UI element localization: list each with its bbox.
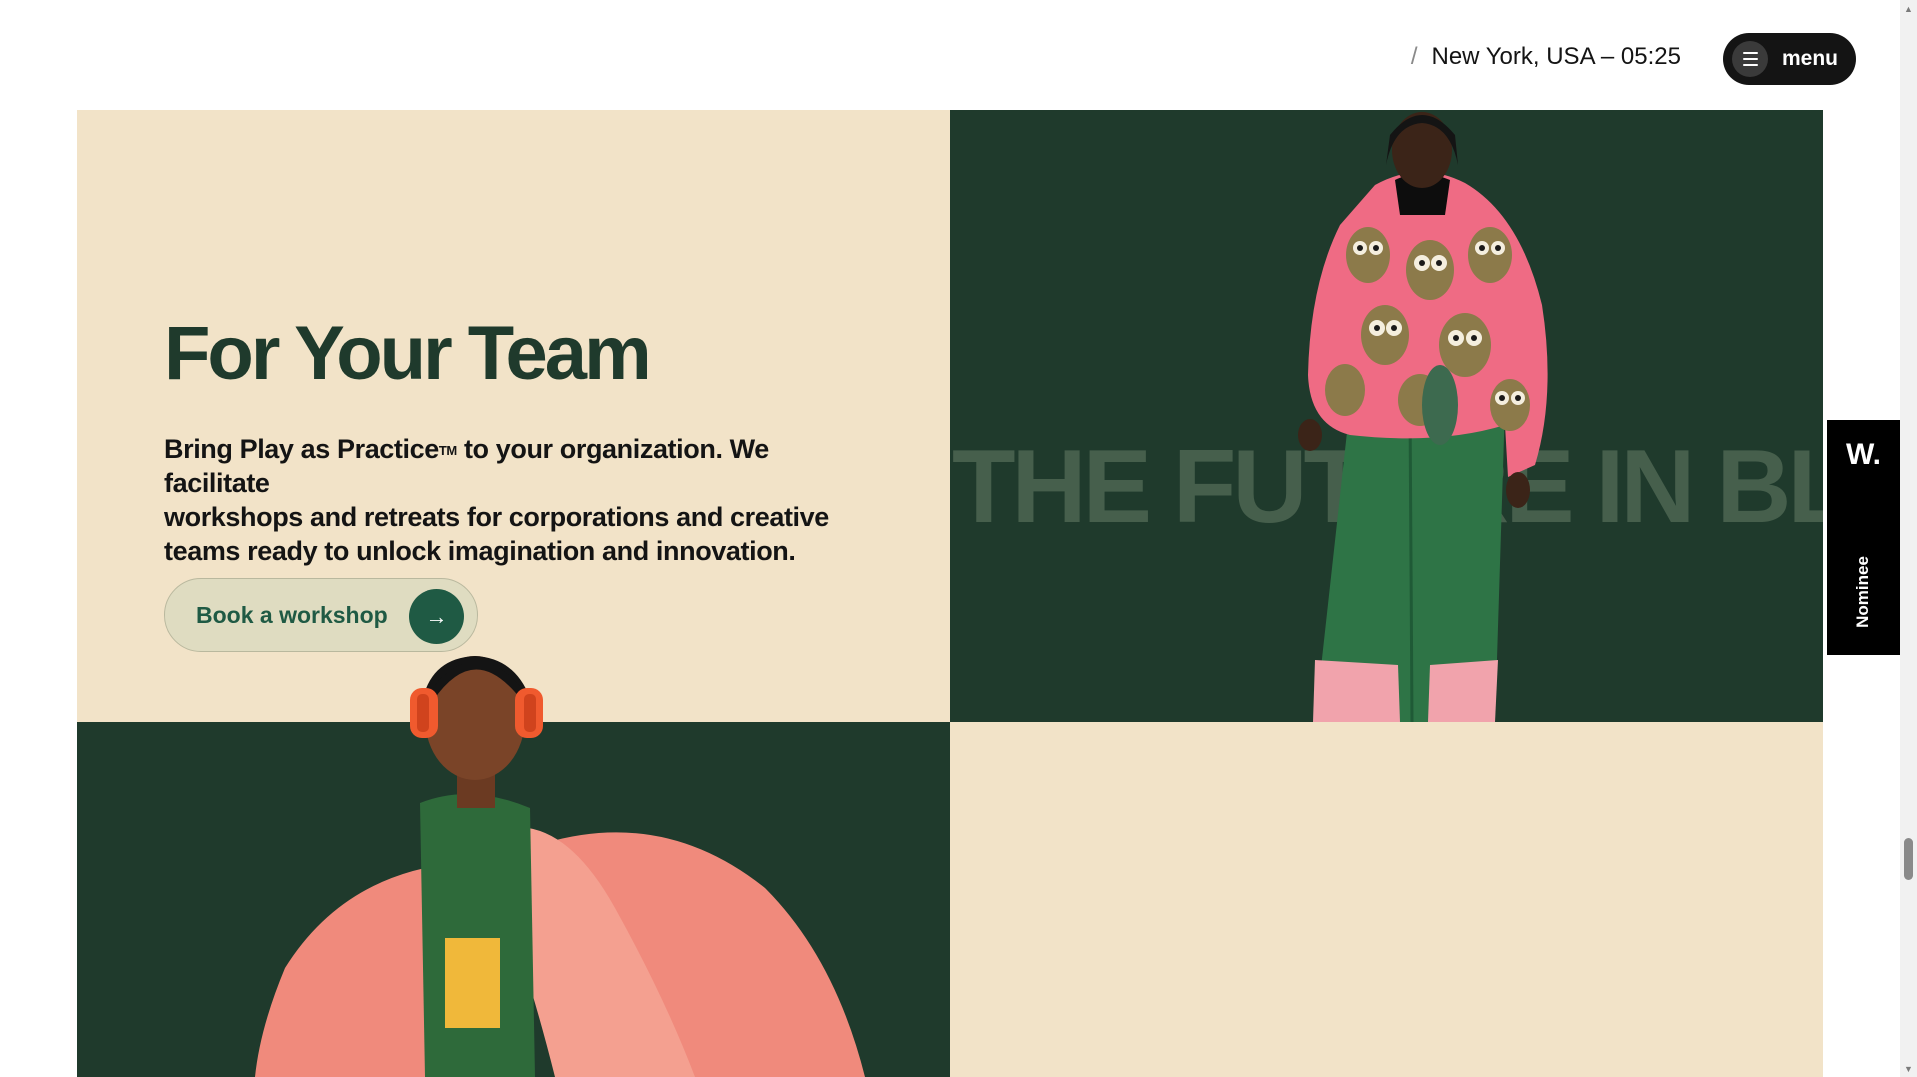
- location-time-text: New York, USA – 05:25: [1431, 43, 1682, 70]
- site-header: / New York, USA – 05:25 menu: [0, 0, 1900, 110]
- triangle-up-icon[interactable]: ▲: [1900, 0, 1917, 17]
- scrollbar-thumb[interactable]: [1904, 838, 1913, 880]
- award-nominee-badge[interactable]: W. Nominee: [1827, 420, 1900, 655]
- team-title: For Your Team: [164, 311, 652, 396]
- hamburger-icon: [1732, 41, 1768, 77]
- triangle-down-icon[interactable]: ▼: [1900, 1060, 1917, 1077]
- location-separator: /: [1410, 43, 1418, 70]
- award-logo: W.: [1846, 438, 1881, 471]
- menu-button-label: menu: [1782, 47, 1839, 70]
- menu-button[interactable]: menu: [1723, 33, 1856, 85]
- team-description: Bring Play as PracticeTM to your organiz…: [164, 432, 844, 568]
- headphones-fur-figure-image: [255, 656, 865, 1077]
- book-workshop-label: Book a workshop: [196, 601, 388, 628]
- owl-sweater-figure-image: [1298, 112, 1548, 722]
- bottom-right-panel: [950, 722, 1823, 1077]
- team-description-line-2: workshops and retreats for corporations …: [164, 502, 829, 532]
- vertical-scrollbar[interactable]: ▲ ▼: [1900, 0, 1917, 1077]
- award-label: Nominee: [1853, 556, 1872, 628]
- location-clock: / New York, USA – 05:25: [1411, 43, 1681, 71]
- trademark-mark: TM: [438, 443, 457, 458]
- team-description-line-1-start: Bring Play as Practice: [164, 434, 439, 464]
- team-description-line-3: teams ready to unlock imagination and in…: [164, 536, 796, 566]
